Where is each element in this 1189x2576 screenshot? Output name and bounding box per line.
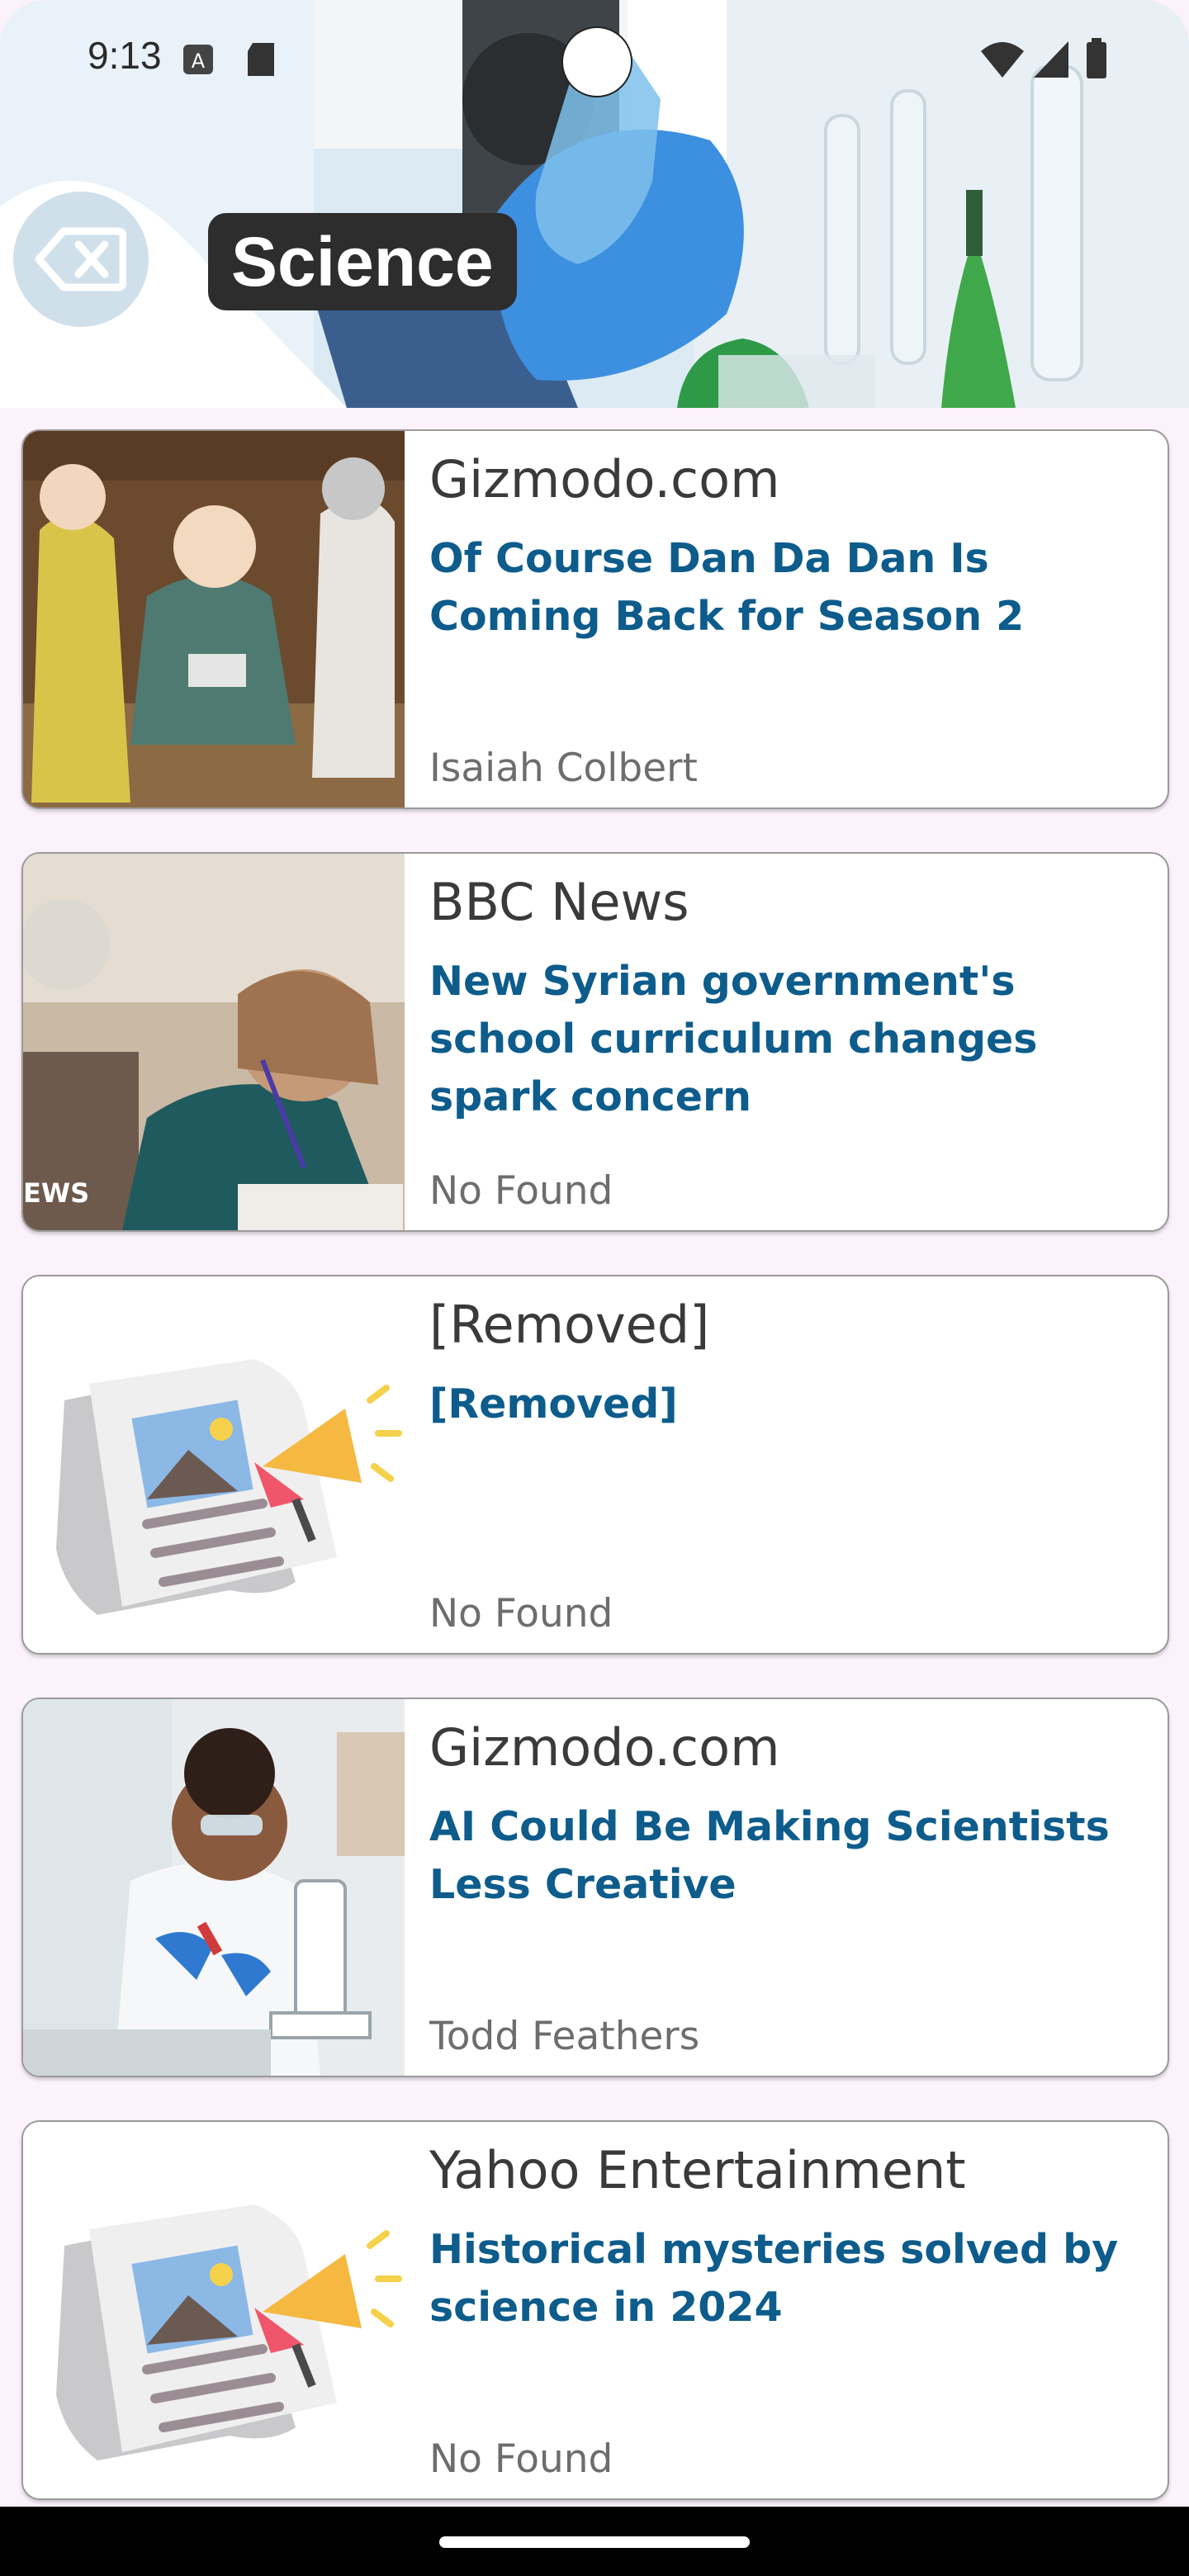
article-author: Todd Feathers: [429, 2014, 700, 2059]
sd-card-icon: [246, 41, 276, 81]
battery-icon: [1085, 38, 1108, 83]
article-source: Gizmodo.com: [429, 449, 780, 509]
article-author: Isaiah Colbert: [429, 746, 698, 791]
article-thumbnail: [23, 1699, 405, 2076]
article-thumbnail: EWS: [23, 854, 405, 1230]
article-thumbnail: [23, 431, 405, 807]
article-text: BBC News New Syrian government's school …: [429, 854, 1148, 1230]
camera-cutout: [561, 26, 632, 97]
header-banner: 9:13 A Science: [0, 0, 1189, 408]
article-text: Gizmodo.com AI Could Be Making Scientist…: [429, 1699, 1148, 2076]
article-source: [Removed]: [429, 1295, 710, 1355]
article-title[interactable]: [Removed]: [429, 1376, 1148, 1433]
article-card[interactable]: Gizmodo.com AI Could Be Making Scientist…: [21, 1698, 1169, 2077]
article-text: [Removed] [Removed] No Found: [429, 1276, 1148, 1653]
article-text: Gizmodo.com Of Course Dan Da Dan Is Comi…: [429, 431, 1148, 807]
newspaper-placeholder-icon: [23, 1276, 405, 1653]
article-title[interactable]: Of Course Dan Da Dan Is Coming Back for …: [429, 530, 1148, 646]
article-card[interactable]: Yahoo Entertainment Historical mysteries…: [21, 2120, 1169, 2500]
article-card[interactable]: [Removed] [Removed] No Found: [21, 1275, 1169, 1655]
svg-text:A: A: [192, 50, 206, 73]
newspaper-placeholder-icon: [23, 2122, 405, 2498]
thumbnail-caption: EWS: [23, 1177, 90, 1209]
home-gesture-handle[interactable]: [439, 2536, 750, 2548]
system-navigation-bar: [0, 2507, 1189, 2576]
signal-icon: [1032, 40, 1070, 83]
article-thumbnail: [23, 2122, 405, 2498]
article-author: No Found: [429, 1591, 613, 1636]
article-title[interactable]: Historical mysteries solved by science i…: [429, 2221, 1148, 2337]
back-button[interactable]: [13, 192, 149, 327]
article-thumbnail: [23, 1276, 405, 1653]
article-text: Yahoo Entertainment Historical mysteries…: [429, 2122, 1148, 2498]
article-source: Yahoo Entertainment: [429, 2140, 966, 2200]
article-title[interactable]: AI Could Be Making Scientists Less Creat…: [429, 1798, 1148, 1914]
status-time: 9:13: [88, 34, 162, 77]
article-source: BBC News: [429, 872, 689, 932]
page-title: Science: [208, 213, 517, 310]
backspace-icon: [36, 227, 126, 291]
article-card[interactable]: EWS BBC News New Syrian government's sch…: [21, 852, 1169, 1232]
article-card[interactable]: Gizmodo.com Of Course Dan Da Dan Is Comi…: [21, 429, 1169, 809]
article-source: Gizmodo.com: [429, 1717, 780, 1778]
keyboard-notification-icon: A: [182, 43, 215, 79]
article-author: No Found: [429, 1168, 613, 1214]
article-author: No Found: [429, 2436, 613, 2482]
article-title[interactable]: New Syrian government's school curriculu…: [429, 953, 1148, 1126]
wifi-icon: [979, 40, 1026, 83]
